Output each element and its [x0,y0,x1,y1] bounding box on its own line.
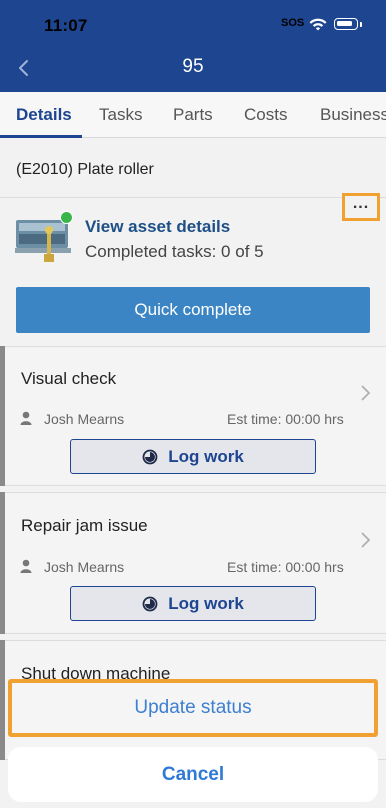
wifi-icon [309,18,327,31]
update-status-button[interactable]: Update status [8,679,378,737]
completed-tasks-count: Completed tasks: 0 of 5 [85,242,264,261]
active-tab-indicator [0,135,82,138]
page-title: 95 [182,56,204,77]
clock-icon [142,449,158,464]
log-work-label: Log work [168,446,244,466]
cancel-button[interactable]: Cancel [8,747,378,802]
divider [0,197,386,198]
task-name: Visual check [21,369,117,388]
app-header [0,0,386,92]
log-work-button[interactable]: Log work [70,586,316,621]
task-est-time: Est time: 00:00 hrs [227,559,344,575]
log-work-button[interactable]: Log work [70,439,316,474]
tab-details[interactable]: Details [16,105,72,125]
status-time: 11:07 [44,16,88,35]
asset-name: (E2010) Plate roller [16,161,154,178]
person-icon [20,559,32,573]
tab-business[interactable]: Business [320,105,386,125]
asset-status-dot [60,211,73,224]
view-asset-details-link[interactable]: View asset details [85,217,230,237]
task-status-bar [0,346,5,486]
chevron-right-icon[interactable] [358,384,372,402]
chevron-right-icon[interactable] [358,531,372,549]
quick-complete-button[interactable]: Quick complete [16,287,370,333]
task-status-bar [0,640,5,760]
task-assignee: Josh Mearns [44,559,125,575]
tab-costs[interactable]: Costs [244,105,287,125]
task-est-time: Est time: 00:00 hrs [227,411,344,427]
clock-icon [142,596,158,611]
tab-parts[interactable]: Parts [173,105,213,125]
task-name: Repair jam issue [21,516,148,535]
tab-tasks[interactable]: Tasks [99,105,142,125]
task-status-bar [0,492,5,634]
more-options-button[interactable]: ... [342,193,380,221]
sos-indicator: SOS [281,17,305,29]
person-icon [20,411,32,425]
battery-icon [334,18,358,30]
ellipsis-icon: ... [352,194,370,212]
battery-tip [360,22,362,27]
log-work-label: Log work [168,593,244,613]
task-assignee: Josh Mearns [44,411,125,427]
